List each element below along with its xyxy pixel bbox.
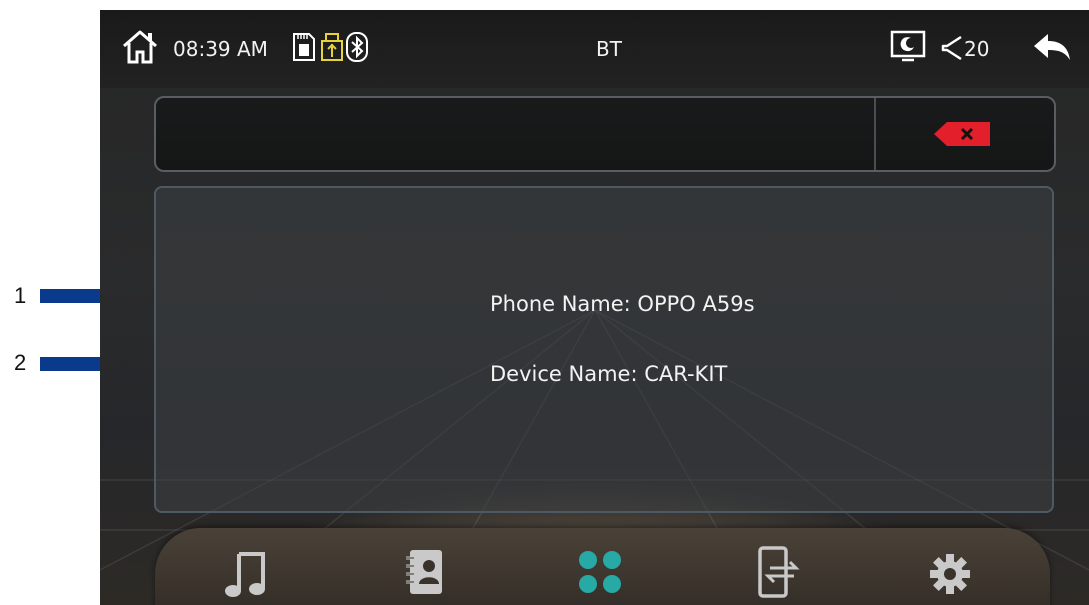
sd-card-icon bbox=[293, 33, 315, 61]
phone-transfer-icon[interactable] bbox=[740, 542, 810, 602]
bluetooth-icon bbox=[346, 32, 368, 62]
back-icon[interactable] bbox=[1032, 30, 1072, 64]
volume-icon[interactable] bbox=[941, 34, 965, 62]
annotation-number: 2 bbox=[14, 350, 27, 375]
annotation-bar bbox=[40, 289, 100, 303]
screen-title: BT bbox=[596, 37, 622, 61]
annotation-number: 1 bbox=[14, 283, 27, 308]
music-icon[interactable] bbox=[215, 542, 285, 602]
bottom-dock bbox=[155, 528, 1050, 605]
device-name: Device Name: CAR-KIT bbox=[490, 362, 728, 386]
phone-name: Phone Name: OPPO A59s bbox=[490, 292, 755, 316]
usb-icon bbox=[321, 33, 343, 61]
backspace-icon[interactable] bbox=[876, 98, 1054, 170]
device-info-panel: Phone Name: OPPO A59s Device Name: CAR-K… bbox=[154, 186, 1054, 513]
volume-level: 20 bbox=[964, 37, 990, 61]
home-icon[interactable] bbox=[120, 28, 160, 66]
annotation-bar bbox=[40, 357, 100, 371]
number-input-box[interactable] bbox=[154, 96, 1056, 172]
bt-screen: 08:39 AM BT 20 Phone Name: OPPO A59s Dev… bbox=[100, 10, 1089, 605]
status-bar: 08:39 AM BT 20 bbox=[100, 10, 1089, 88]
contacts-icon[interactable] bbox=[390, 542, 460, 602]
display-mode-icon[interactable] bbox=[890, 30, 926, 64]
settings-icon[interactable] bbox=[915, 542, 985, 602]
clock-time: 08:39 AM bbox=[173, 37, 268, 61]
dialpad-icon[interactable] bbox=[565, 542, 635, 602]
